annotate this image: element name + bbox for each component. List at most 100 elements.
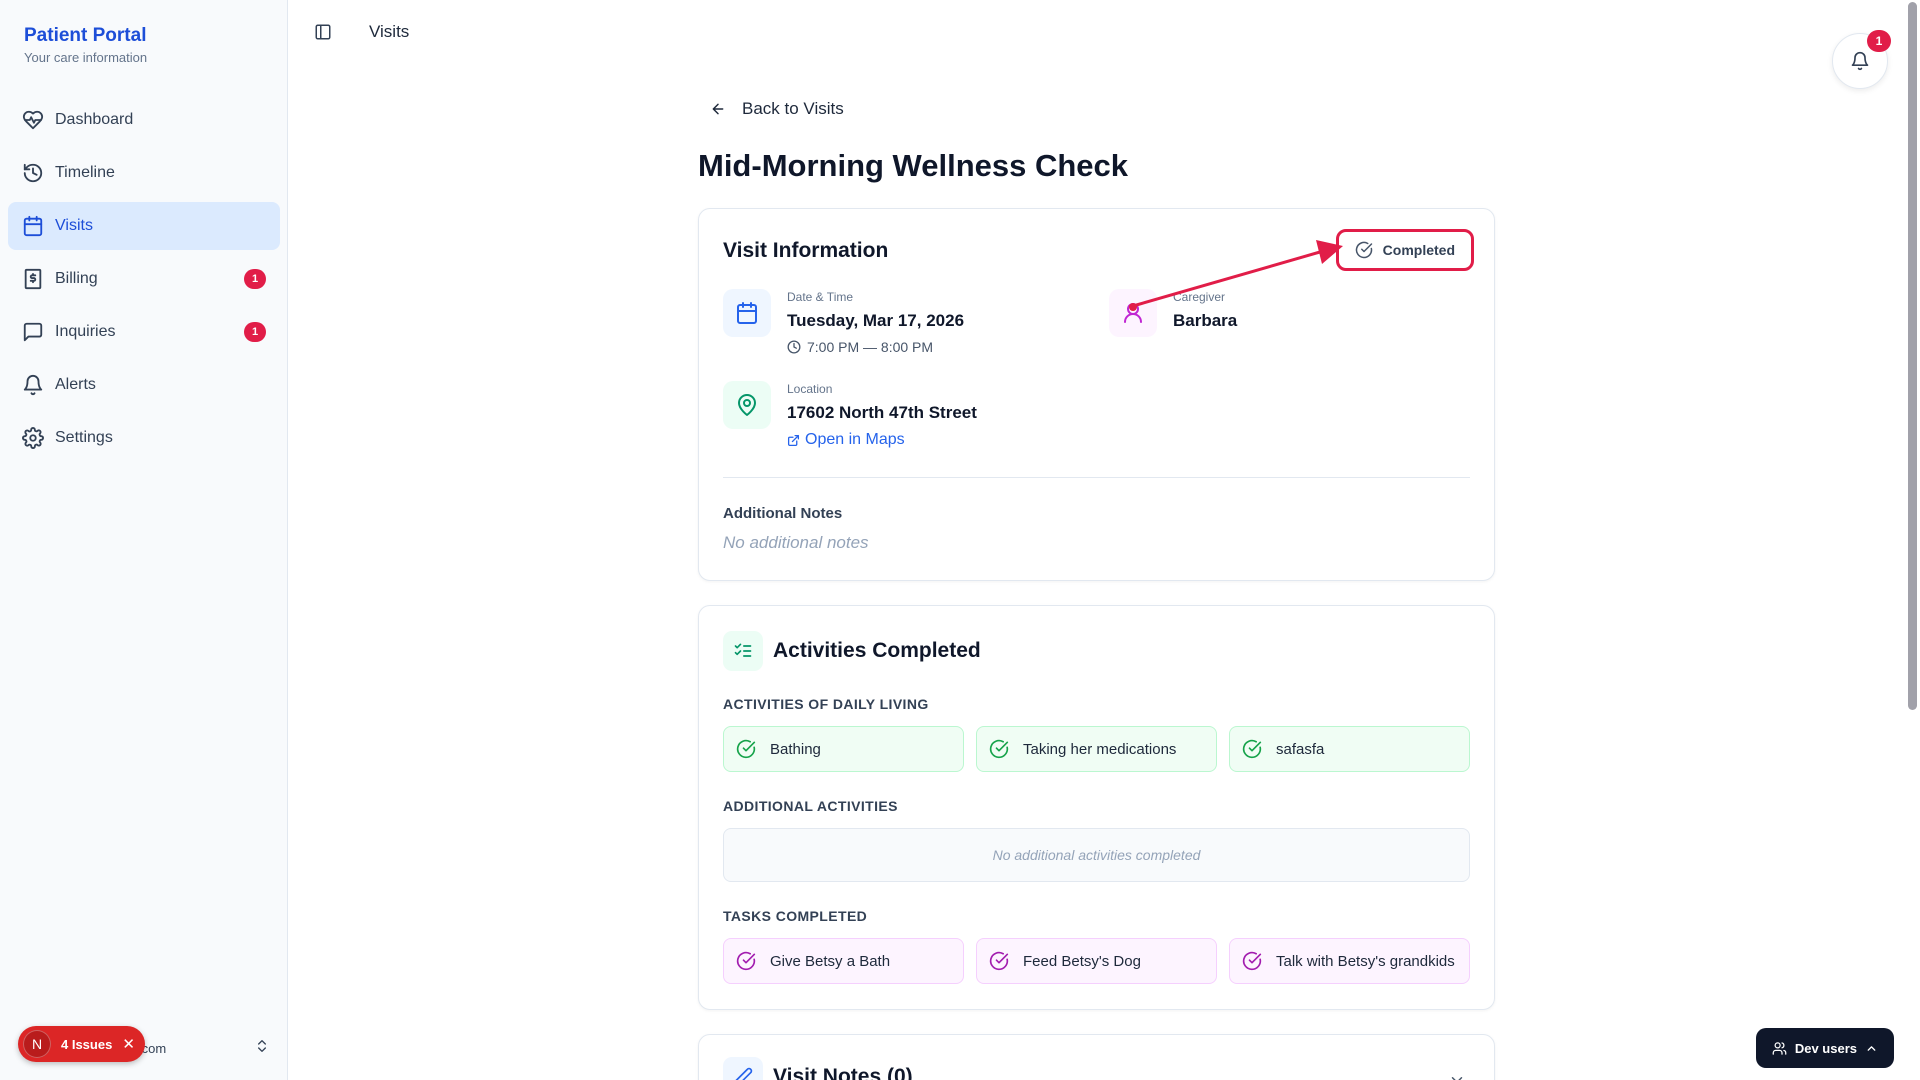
sidebar-nav: Dashboard Timeline Visits Billing 1 Inqu…: [8, 96, 280, 467]
issues-label: 4 Issues: [61, 1036, 113, 1052]
sidebar-toggle-button[interactable]: [311, 20, 335, 44]
check-circle-icon: [989, 951, 1009, 971]
dev-users-label: Dev users: [1794, 1040, 1857, 1056]
visit-notes-card[interactable]: Visit Notes (0): [698, 1034, 1495, 1080]
task-chip: Feed Betsy's Dog: [976, 938, 1217, 984]
user-icon: [1109, 289, 1157, 337]
caregiver-label: Caregiver: [1173, 290, 1226, 304]
back-to-visits-link[interactable]: Back to Visits: [710, 99, 844, 119]
brand: Patient Portal Your care information: [0, 0, 287, 65]
adl-section-label: ACTIVITIES OF DAILY LIVING: [723, 696, 929, 712]
sidebar-item-visits[interactable]: Visits: [8, 202, 280, 250]
tasks-completed-label: TASKS COMPLETED: [723, 908, 868, 924]
task-chip: Give Betsy a Bath: [723, 938, 964, 984]
check-circle-icon: [736, 951, 756, 971]
sidebar-item-alerts[interactable]: Alerts: [8, 361, 280, 409]
status-label: Completed: [1382, 242, 1455, 258]
check-circle-icon: [736, 739, 756, 759]
arrow-left-icon: [712, 103, 724, 115]
adl-list: Bathing Taking her medications safasfa: [723, 726, 1470, 772]
activities-header: Activities Completed: [723, 631, 981, 671]
app-title[interactable]: Patient Portal: [24, 24, 263, 48]
notifications-button[interactable]: 1: [1832, 30, 1891, 89]
dollar-receipt-icon: [22, 268, 44, 290]
close-icon[interactable]: ✕: [122, 1035, 135, 1053]
pencil-icon: [723, 1057, 763, 1080]
panel-left-icon: [315, 24, 331, 40]
location-address: 17602 North 47th Street: [787, 403, 977, 422]
sidebar-item-label: Settings: [55, 429, 113, 446]
sidebar-item-label: Alerts: [55, 376, 96, 393]
status-badge: Completed: [1335, 229, 1474, 271]
caregiver-name: Barbara: [1173, 311, 1238, 330]
visit-notes-header: Visit Notes (0): [723, 1057, 913, 1080]
topbar: Visits 1: [289, 0, 1920, 89]
location-label: Location: [787, 382, 833, 396]
activity-label: Bathing: [770, 740, 821, 758]
visit-date: Tuesday, Mar 17, 2026: [787, 311, 965, 330]
next-logo: N: [23, 1030, 51, 1058]
list-checks-icon: [723, 631, 763, 671]
tasks-list: Give Betsy a Bath Feed Betsy's Dog Talk …: [723, 938, 1470, 984]
history-icon: [22, 162, 44, 184]
sidebar-item-billing[interactable]: Billing 1: [8, 255, 280, 303]
open-in-maps-link[interactable]: Open in Maps: [787, 431, 905, 449]
map-pin-icon: [723, 381, 771, 429]
check-circle-icon: [1242, 951, 1262, 971]
dev-users-button[interactable]: Dev users: [1755, 1028, 1894, 1068]
sidebar-item-label: Dashboard: [55, 111, 134, 128]
check-circle-icon: [1355, 241, 1372, 259]
activity-label: Taking her medications: [1023, 740, 1177, 758]
activity-chip: Taking her medications: [976, 726, 1217, 772]
datetime-label: Date & Time: [787, 290, 854, 304]
inquiries-count-badge: 1: [244, 322, 266, 342]
visit-time-range: 7:00 PM — 8:00 PM: [807, 339, 934, 355]
users-icon: [1772, 1041, 1787, 1055]
divider: [723, 477, 1470, 478]
app-subtitle: Your care information: [24, 50, 148, 65]
external-link-icon: [787, 434, 800, 446]
task-label: Talk with Betsy's grandkids: [1276, 952, 1455, 970]
breadcrumb: Visits: [369, 22, 410, 41]
gear-icon: [22, 427, 44, 449]
issues-indicator[interactable]: N 4 Issues ✕: [18, 1026, 145, 1062]
visit-information-heading: Visit Information: [723, 239, 889, 262]
billing-count-badge: 1: [244, 269, 266, 289]
chevrons-up-down-icon: [254, 1038, 270, 1059]
notification-count-badge: 1: [1867, 30, 1891, 52]
page-title: Mid-Morning Wellness Check: [698, 148, 1129, 183]
task-label: Feed Betsy's Dog: [1023, 952, 1141, 970]
sidebar: Patient Portal Your care information Das…: [0, 0, 288, 1080]
visit-information-card: Visit Information Completed Date & Time …: [698, 208, 1495, 581]
additional-notes-value: No additional notes: [723, 533, 869, 552]
activities-heading: Activities Completed: [773, 639, 981, 662]
chevron-up-icon: [1867, 1045, 1876, 1051]
sidebar-item-timeline[interactable]: Timeline: [8, 149, 280, 197]
task-label: Give Betsy a Bath: [770, 952, 891, 970]
visit-time: 7:00 PM — 8:00 PM: [787, 339, 933, 355]
bell-icon: [1851, 51, 1869, 71]
calendar-icon: [723, 289, 771, 337]
page-scrollbar[interactable]: [1908, 2, 1917, 710]
additional-notes-label: Additional Notes: [723, 505, 843, 522]
sidebar-item-dashboard[interactable]: Dashboard: [8, 96, 280, 144]
activity-chip: Bathing: [723, 726, 964, 772]
visit-notes-heading: Visit Notes (0): [773, 1065, 913, 1080]
sidebar-item-inquiries[interactable]: Inquiries 1: [8, 308, 280, 356]
back-label: Back to Visits: [742, 99, 844, 118]
message-square-icon: [22, 321, 44, 343]
activity-chip: safasfa: [1229, 726, 1470, 772]
check-circle-icon: [989, 739, 1009, 759]
open-in-maps-label: Open in Maps: [805, 431, 905, 448]
additional-activities-label: ADDITIONAL ACTIVITIES: [723, 798, 898, 814]
chevron-down-icon[interactable]: [1448, 1071, 1466, 1080]
check-circle-icon: [1242, 739, 1262, 759]
sidebar-item-label: Visits: [55, 217, 93, 234]
clock-icon: [787, 340, 801, 354]
heart-pulse-icon: [22, 109, 44, 131]
bell-icon: [22, 374, 44, 396]
calendar-icon: [22, 215, 44, 237]
activities-completed-card: Activities Completed ACTIVITIES OF DAILY…: [698, 605, 1495, 1010]
sidebar-item-settings[interactable]: Settings: [8, 414, 280, 462]
task-chip: Talk with Betsy's grandkids: [1229, 938, 1470, 984]
